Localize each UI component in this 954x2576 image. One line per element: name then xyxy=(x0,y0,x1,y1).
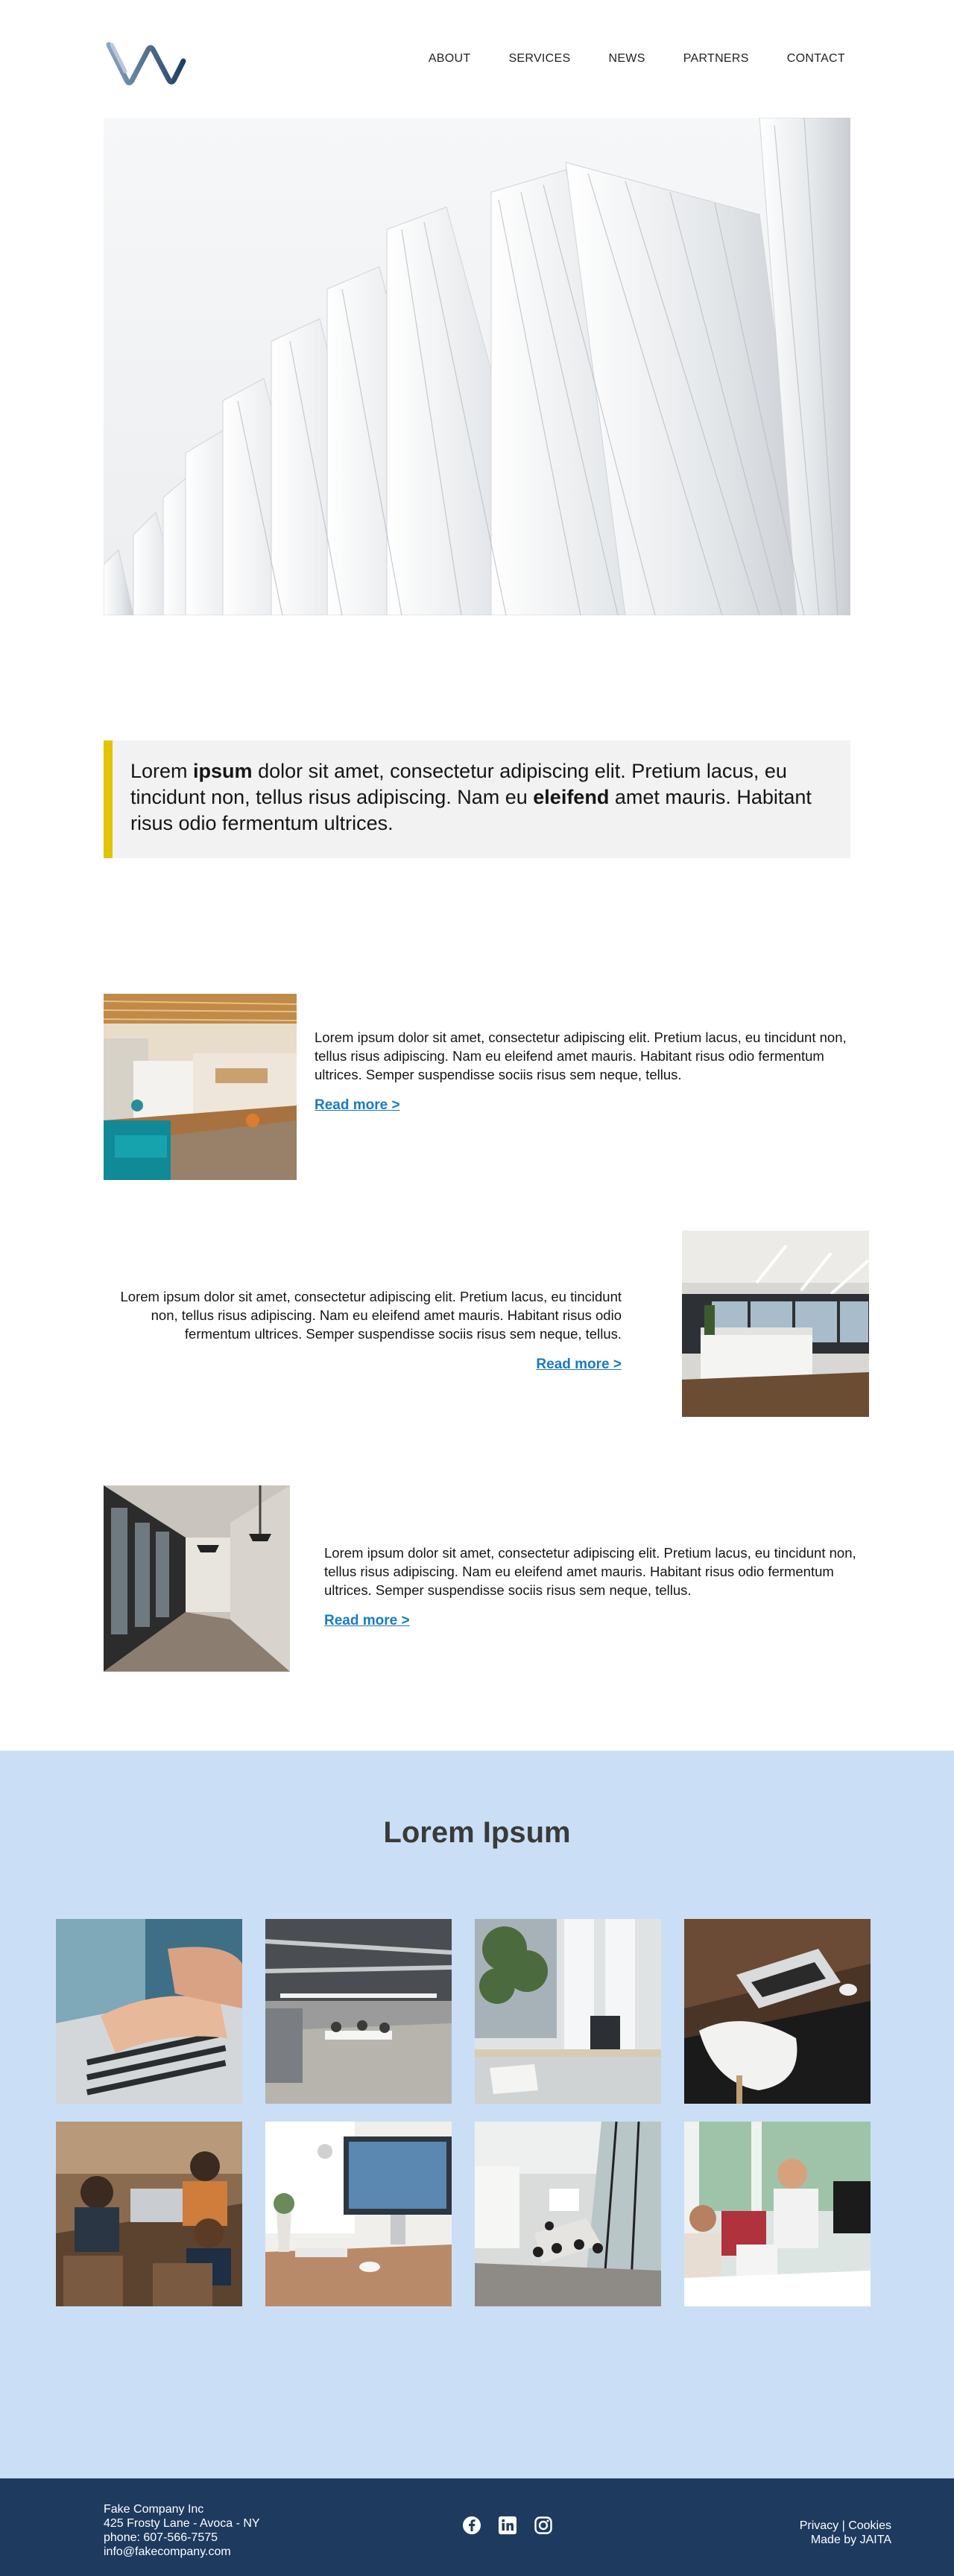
gallery-image-conference-room[interactable] xyxy=(475,2122,661,2306)
hero-image xyxy=(104,118,850,615)
feature-1: Lorem ipsum dolor sit amet, consectetur … xyxy=(315,1028,874,1114)
footer-address: 425 Frosty Lane - Avoca - NY xyxy=(104,2517,260,2530)
facebook-icon[interactable] xyxy=(462,2516,481,2535)
footer-credit: Made by JAITA xyxy=(810,2534,891,2546)
feature-3-text: Lorem ipsum dolor sit amet, consectetur … xyxy=(324,1545,856,1598)
site-footer: Fake Company Inc 425 Frosty Lane - Avoca… xyxy=(0,2478,954,2576)
cookies-link[interactable]: Cookies xyxy=(848,2519,891,2532)
feature-1-read-more-link[interactable]: Read more > xyxy=(315,1097,400,1114)
feature-2: Lorem ipsum dolor sit amet, consectetur … xyxy=(112,1287,622,1373)
gallery-image-window-desk[interactable] xyxy=(475,1919,661,2104)
feature-image-reception xyxy=(682,1231,869,1417)
gallery-image-imac-desk[interactable] xyxy=(265,2122,452,2306)
company-logo[interactable] xyxy=(104,37,188,89)
gallery-section xyxy=(0,1751,954,2478)
intro-quote: Lorem ipsum dolor sit amet, consectetur … xyxy=(104,740,850,858)
nav-partners[interactable]: PARTNERS xyxy=(683,52,749,66)
main-nav: ABOUT SERVICES NEWS PARTNERS CONTACT xyxy=(391,52,845,66)
footer-contact: Fake Company Inc 425 Frosty Lane - Avoca… xyxy=(104,2502,260,2559)
nav-contact[interactable]: CONTACT xyxy=(787,52,845,66)
quote-bold-2: eleifend xyxy=(533,786,610,808)
social-links xyxy=(462,2516,553,2535)
nav-news[interactable]: NEWS xyxy=(608,52,645,66)
feature-3: Lorem ipsum dolor sit amet, consectetur … xyxy=(324,1544,883,1629)
footer-link-separator: | xyxy=(838,2519,849,2532)
nav-services[interactable]: SERVICES xyxy=(508,52,570,66)
privacy-link[interactable]: Privacy xyxy=(800,2519,838,2532)
footer-email[interactable]: info@fakecompany.com xyxy=(104,2545,260,2559)
quote-text-1: Lorem xyxy=(130,760,194,782)
gallery-image-team-meeting[interactable] xyxy=(56,2122,242,2306)
feature-1-text: Lorem ipsum dolor sit amet, consectetur … xyxy=(315,1030,847,1082)
nav-about[interactable]: ABOUT xyxy=(429,52,471,66)
feature-3-read-more-link[interactable]: Read more > xyxy=(324,1613,410,1629)
footer-legal: Privacy | Cookies Made by JAITA xyxy=(800,2519,891,2547)
gallery-image-open-office[interactable] xyxy=(265,1919,452,2104)
feature-image-lobby xyxy=(104,994,297,1180)
gallery-image-laptop-wood-desk[interactable] xyxy=(684,1919,871,2104)
footer-phone: phone: 607-566-7575 xyxy=(104,2531,218,2544)
gallery-title: Lorem Ipsum xyxy=(383,1816,571,1849)
linkedin-icon[interactable] xyxy=(498,2516,517,2535)
footer-company-name: Fake Company Inc xyxy=(104,2503,204,2516)
feature-2-read-more-link[interactable]: Read more > xyxy=(536,1357,622,1373)
quote-bold-1: ipsum xyxy=(193,760,253,782)
gallery-image-laptop-typing[interactable] xyxy=(56,1919,242,2104)
feature-2-text: Lorem ipsum dolor sit amet, consectetur … xyxy=(120,1289,622,1342)
gallery-image-office-workers[interactable] xyxy=(684,2122,871,2306)
feature-image-corridor xyxy=(104,1485,290,1672)
instagram-icon[interactable] xyxy=(534,2516,553,2535)
